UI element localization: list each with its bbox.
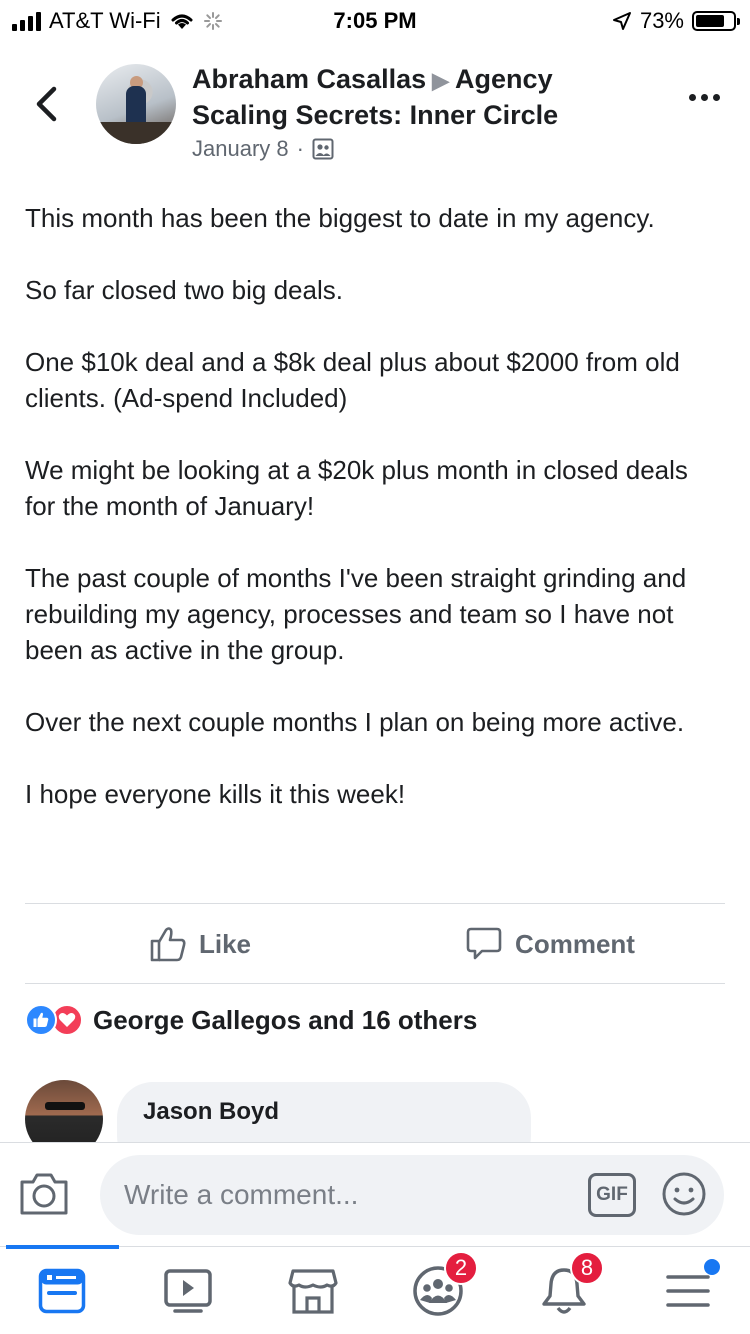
notifications-badge: 8 [570,1251,604,1285]
post-title: Abraham Casallas ▶ Agency Scaling Secrets:… [192,62,652,132]
menu-icon [666,1275,710,1307]
tab-groups[interactable]: 2 [406,1251,478,1321]
status-right: 73% [612,8,740,34]
commenter-name[interactable]: Jason Boyd [143,1098,505,1126]
status-bar: AT&T Wi-Fi 7:05 PM 73% [0,0,750,40]
chevron-left-icon [36,86,57,122]
video-play-icon [164,1269,212,1313]
triangle-right-icon: ▶ [432,68,450,93]
post-paragraph: So far closed two big deals. [25,275,343,305]
emoji-button[interactable] [660,1170,708,1218]
comment-input-wrapper: GIF [100,1155,724,1235]
like-reaction-icon [25,1004,57,1036]
author-avatar[interactable] [96,64,176,144]
comment-composer: GIF [0,1142,750,1246]
screen: AT&T Wi-Fi 7:05 PM 73% Abraham Casallas … [0,0,750,1334]
bottom-tab-bar: 2 8 [0,1245,750,1334]
author-name[interactable]: Abraham Casallas [192,64,426,94]
post-paragraph: Over the next couple months I plan on be… [25,707,685,737]
tab-news-feed[interactable] [30,1261,94,1321]
smiley-icon [662,1172,706,1216]
tab-watch[interactable] [156,1261,220,1321]
post-date[interactable]: January 8 [192,136,289,162]
groups-badge: 2 [444,1251,478,1285]
tab-notifications[interactable]: 8 [532,1251,604,1321]
reactions-summary[interactable]: George Gallegos and 16 others [25,1004,477,1036]
post-meta: January 8 · [192,136,334,162]
speech-bubble-icon [466,927,502,960]
comment-input[interactable] [124,1155,564,1235]
post-actions: Like Comment [25,904,725,984]
marketplace-shop-icon [288,1269,338,1314]
post-paragraph: One $10k deal and a $8k deal plus about … [25,347,680,413]
back-button[interactable] [28,82,64,126]
tab-menu[interactable] [656,1259,720,1321]
post-header: Abraham Casallas ▶ Agency Scaling Secrets:… [0,56,750,176]
comment-preview: Jason Boyd [25,1080,725,1172]
battery-icon [692,11,740,31]
group-privacy-icon [312,138,334,160]
camera-icon [20,1173,68,1215]
menu-indicator-dot [704,1259,720,1275]
post-paragraph: We might be looking at a $20k plus month… [25,455,688,521]
news-feed-icon [38,1268,86,1314]
like-button[interactable]: Like [25,904,375,984]
gif-button[interactable]: GIF [588,1173,636,1217]
tab-marketplace[interactable] [281,1261,345,1321]
reactions-text: George Gallegos and 16 others [93,1004,478,1035]
more-options-button[interactable] [689,94,720,101]
battery-percent: 73% [639,8,684,33]
divider-bottom [25,983,725,984]
meta-separator: · [296,136,304,161]
like-label: Like [198,928,252,959]
thumbs-up-icon [150,927,186,962]
post-body: This month has been the biggest to date … [25,200,725,848]
post-paragraph: The past couple of months I've been stra… [25,563,687,665]
post-paragraph: This month has been the biggest to date … [25,203,655,233]
comment-button[interactable]: Comment [375,904,725,984]
comment-label: Comment [515,928,635,959]
active-tab-indicator [6,1245,119,1249]
camera-button[interactable] [18,1171,70,1217]
location-arrow-icon [612,12,631,30]
post-paragraph: I hope everyone kills it this week! [25,779,406,809]
